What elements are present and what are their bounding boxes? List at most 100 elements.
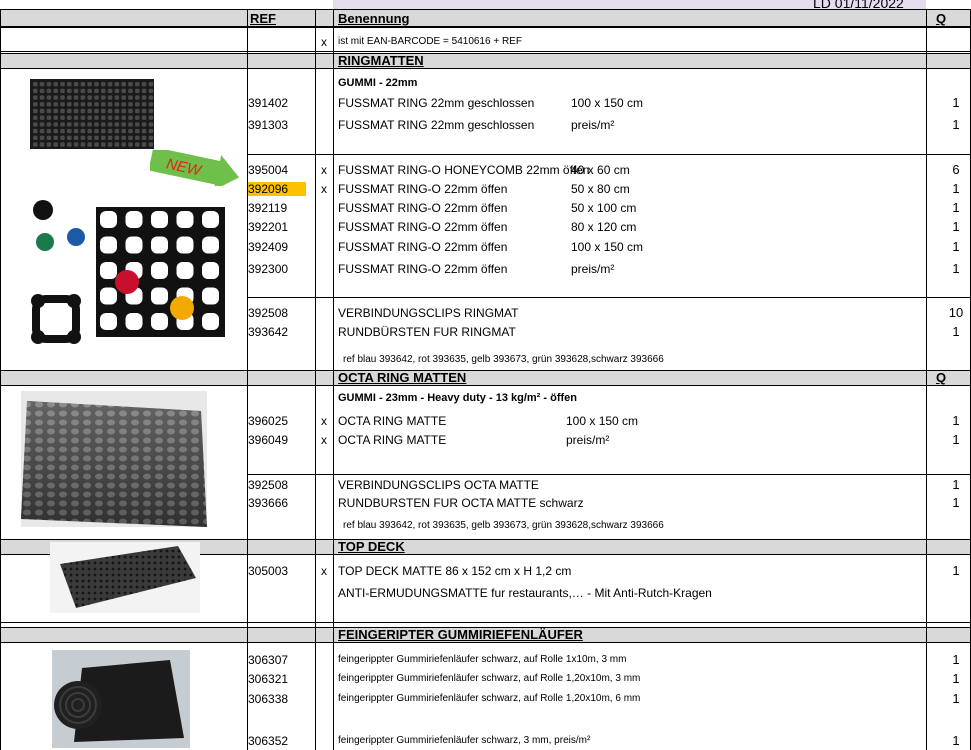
row-qty: 10 xyxy=(948,305,964,320)
row-ref: 396025 xyxy=(248,414,289,428)
row-name: OCTA RING MATTE xyxy=(338,414,447,428)
row-ean-mark: x xyxy=(321,564,327,578)
row-ref: 392096 xyxy=(248,182,306,196)
row-name: feingerippter Gummiriefenläufer schwarz,… xyxy=(338,654,627,665)
row-name: FUSSMAT RING-O 22mm öffen xyxy=(338,201,508,215)
section-title-topdeck: TOP DECK xyxy=(338,539,405,554)
clip-icon xyxy=(30,293,82,345)
row-name: FUSSMAT RING-O HONEYCOMB 22mm öffen xyxy=(338,163,590,177)
divider xyxy=(0,622,971,623)
col-ref-header: REF xyxy=(250,11,276,26)
row-size: preis/m² xyxy=(571,262,615,276)
brush-black-icon xyxy=(33,200,53,220)
row-qty: 1 xyxy=(952,117,960,132)
ringmatten-subtitle: GUMMI - 22mm xyxy=(338,77,418,89)
row-size: 100 x 150 cm xyxy=(571,96,644,110)
row-name: RUNDBÜRSTEN FUR RINGMAT xyxy=(338,325,516,339)
ringmatten-color-note: ref blau 393642, rot 393635, gelb 393673… xyxy=(343,354,664,365)
row-name: VERBINDUNGSCLIPS RINGMAT xyxy=(338,306,519,320)
grid-line xyxy=(315,9,316,750)
row-ref: 392119 xyxy=(248,201,288,215)
row-ref: 306338 xyxy=(248,692,289,706)
row-name: OCTA RING MATTE xyxy=(338,433,447,447)
row-name: FUSSMAT RING-O 22mm öffen xyxy=(338,262,508,276)
row-ref: 306352 xyxy=(248,734,289,748)
row-ref: 305003 xyxy=(248,564,289,578)
row-name: RUNDBURSTEN FUR OCTA MATTE schwarz xyxy=(338,496,584,510)
octa-mat-image xyxy=(21,391,207,527)
row-name: feingerippter Gummiriefenläufer schwarz,… xyxy=(338,693,641,704)
grid-line xyxy=(333,9,334,750)
row-qty: 1 xyxy=(952,324,960,339)
row-size: 100 x 150 cm xyxy=(571,240,644,254)
row-qty: 1 xyxy=(952,95,960,110)
row-ref: 392508 xyxy=(248,478,289,492)
divider xyxy=(247,474,971,475)
octa-q-header: Q xyxy=(935,370,947,385)
row-qty: 1 xyxy=(952,495,960,510)
row-size: 100 x 150 cm xyxy=(566,414,639,428)
section-title-gummi: FEINGERIPTER GUMMIRIEFENLÄUFER xyxy=(338,627,583,642)
brush-blue-icon xyxy=(67,228,85,246)
row-qty: 1 xyxy=(952,239,960,254)
row-ref: 306307 xyxy=(248,653,289,667)
topdeck-mat-image xyxy=(50,542,200,613)
table-header xyxy=(0,9,971,27)
row-size: 50 x 100 cm xyxy=(571,201,637,215)
divider xyxy=(247,297,971,298)
new-badge: NEW xyxy=(148,146,240,191)
row-ref: 392508 xyxy=(248,306,289,320)
row-ean-mark: x xyxy=(321,433,327,447)
row-ref: 392409 xyxy=(248,240,289,254)
row-ref: 393642 xyxy=(248,325,289,339)
octa-color-note: ref blau 393642, rot 393635, gelb 393673… xyxy=(343,520,664,531)
row-ref: 392201 xyxy=(248,220,289,234)
row-size: preis/m² xyxy=(566,433,610,447)
row-qty: 1 xyxy=(952,432,960,447)
octa-subtitle: GUMMI - 23mm - Heavy duty - 13 kg/m² - ö… xyxy=(338,392,577,404)
row-qty: 1 xyxy=(952,181,960,196)
row-size: 50 x 80 cm xyxy=(571,182,630,196)
topdeck-desc: ANTI-ERMUDUNGSMATTE fur restaurants,… - … xyxy=(338,586,712,600)
col-name-header: Benennung xyxy=(338,11,410,26)
grid-line xyxy=(0,9,1,750)
row-qty: 1 xyxy=(952,477,960,492)
row-ref: 393666 xyxy=(248,496,289,510)
divider xyxy=(0,27,971,28)
row-ref: 391303 xyxy=(248,118,289,132)
row-size: 80 x 120 cm xyxy=(571,220,637,234)
row-name: FUSSMAT RING 22mm geschlossen xyxy=(338,118,535,132)
row-ean-mark: x xyxy=(321,182,327,196)
row-qty: 1 xyxy=(952,413,960,428)
row-qty: 1 xyxy=(952,219,960,234)
row-ean-mark: x xyxy=(321,163,327,177)
row-size: 40 x 60 cm xyxy=(571,163,630,177)
row-ean-mark: x xyxy=(321,414,327,428)
row-qty: 1 xyxy=(952,261,960,276)
section-header-ringmatten xyxy=(0,53,971,69)
row-ref: 306321 xyxy=(248,672,289,686)
brush-green-icon xyxy=(36,233,54,251)
row-qty: 6 xyxy=(952,162,960,177)
barcode-note: ist mit EAN-BARCODE = 5410616 + REF xyxy=(338,36,522,47)
row-ref: 391402 xyxy=(248,96,289,110)
divider xyxy=(247,154,971,155)
row-size: preis/m² xyxy=(571,118,615,132)
row-qty: 1 xyxy=(952,652,960,667)
row-qty: 1 xyxy=(952,733,960,748)
row-qty: 1 xyxy=(952,563,960,578)
section-header-octa xyxy=(0,370,971,386)
row-ref: 395004 xyxy=(248,163,289,177)
row-name: FUSSMAT RING 22mm geschlossen xyxy=(338,96,535,110)
row-name: TOP DECK MATTE 86 x 152 cm x H 1,2 cm xyxy=(338,564,572,578)
row-qty: 1 xyxy=(952,671,960,686)
barcode-mark: x xyxy=(321,35,327,49)
divider xyxy=(0,51,971,52)
row-name: FUSSMAT RING-O 22mm öffen xyxy=(338,182,508,196)
rubber-runner-image xyxy=(52,650,190,748)
row-qty: 1 xyxy=(952,200,960,215)
section-title-octa: OCTA RING MATTEN xyxy=(338,370,467,385)
col-q-header: Q xyxy=(935,11,947,26)
grid-line xyxy=(926,9,927,750)
row-name: VERBINDUNGSCLIPS OCTA MATTE xyxy=(338,478,539,492)
